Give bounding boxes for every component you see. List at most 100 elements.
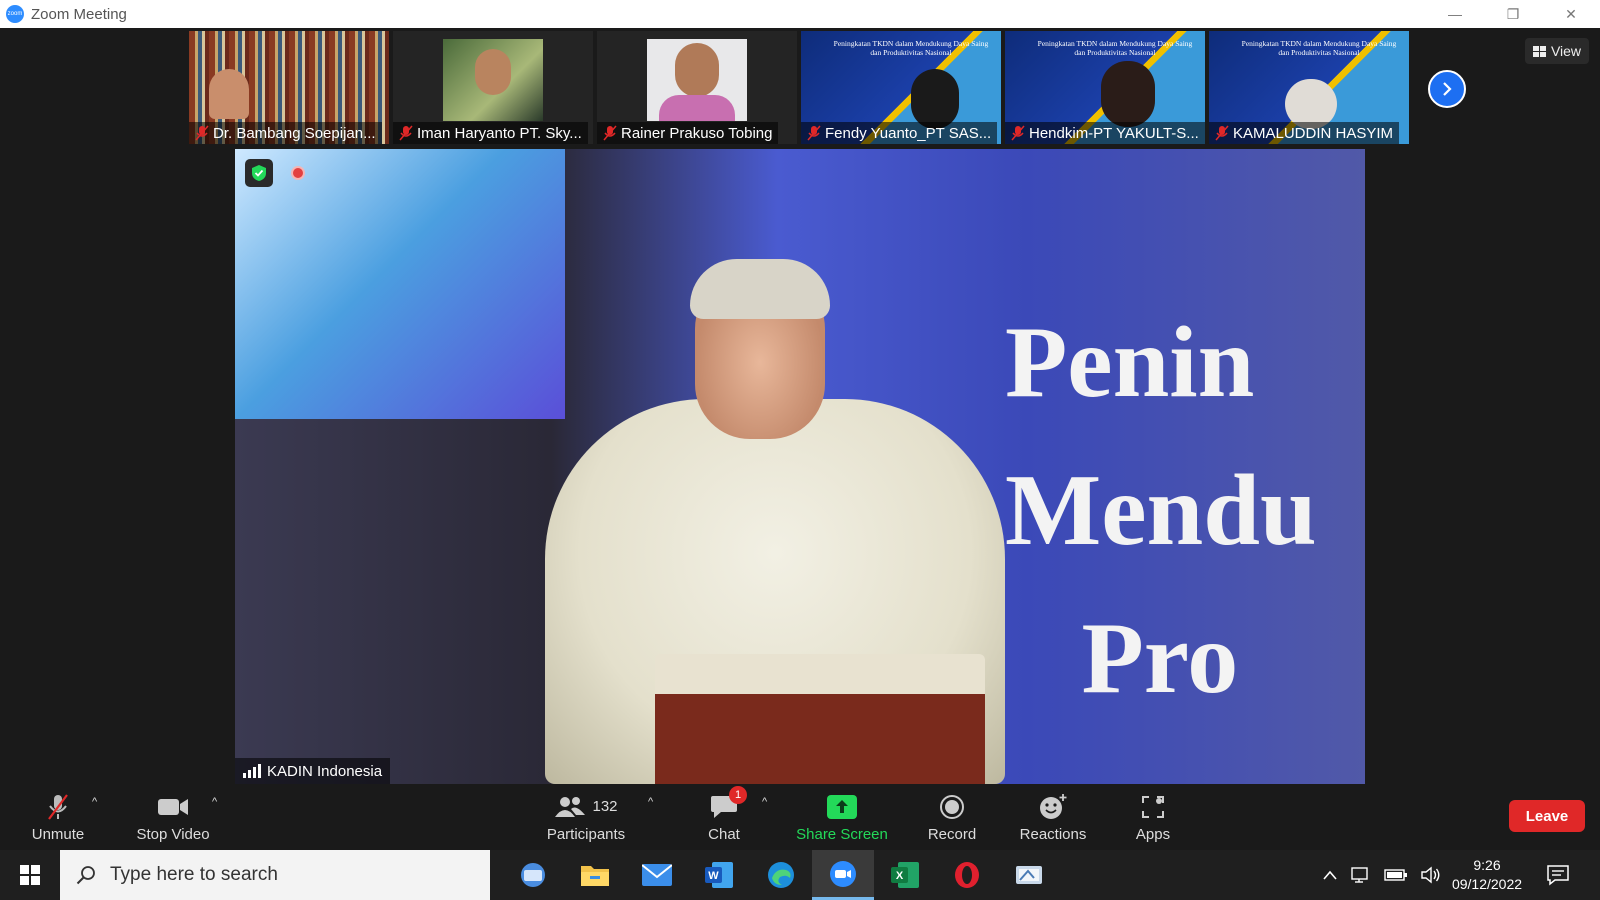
- mic-muted-icon: [1011, 125, 1025, 141]
- grid-view-icon: [1532, 45, 1546, 57]
- stage-banner-text: Penin Mendu Pro: [1005, 306, 1317, 715]
- leave-button[interactable]: Leave: [1509, 800, 1585, 832]
- mic-muted-icon: [399, 125, 413, 141]
- participant-name-label: Rainer Prakuso Tobing: [597, 122, 779, 144]
- video-options-caret[interactable]: ^: [212, 796, 217, 808]
- recording-indicator-icon: [291, 166, 305, 180]
- security-shield-icon[interactable]: [245, 159, 273, 187]
- participants-options-caret[interactable]: ^: [648, 796, 653, 808]
- chat-options-caret[interactable]: ^: [762, 796, 767, 808]
- taskbar-search-box[interactable]: Type here to search: [60, 850, 490, 900]
- active-speaker-video[interactable]: Penin Mendu Pro KADIN Indonesia: [235, 149, 1365, 784]
- participant-avatar: [209, 69, 249, 119]
- participant-tile[interactable]: Peningkatan TKDN dalam Mendukung Daya Sa…: [801, 31, 1001, 144]
- record-icon: [940, 794, 964, 819]
- participant-strip: Dr. Bambang Soepijan... Iman Haryanto PT…: [189, 31, 1409, 144]
- stop-video-label: Stop Video: [136, 825, 210, 843]
- restore-button[interactable]: ❐: [1484, 0, 1542, 28]
- unmute-button[interactable]: Unmute: [22, 784, 94, 850]
- unmute-label: Unmute: [31, 825, 85, 843]
- participant-name: Rainer Prakuso Tobing: [621, 124, 773, 142]
- view-label: View: [1550, 43, 1582, 59]
- participant-avatar: [675, 43, 719, 97]
- file-explorer-icon: [581, 866, 609, 886]
- system-tray: [1322, 850, 1442, 900]
- svg-text:X: X: [896, 870, 904, 882]
- participant-name-label: KAMALUDDIN HASYIM: [1209, 122, 1400, 144]
- mic-muted-icon: [48, 793, 68, 820]
- participant-shirt: [659, 95, 735, 121]
- close-button[interactable]: ✕: [1542, 0, 1600, 28]
- taskbar-app[interactable]: [502, 850, 564, 900]
- speaker-name: KADIN Indonesia: [267, 762, 383, 780]
- title-bar: zoom Zoom Meeting — ❐ ✕: [0, 0, 1600, 28]
- minimize-button[interactable]: —: [1426, 0, 1484, 28]
- reactions-button[interactable]: Reactions: [1012, 784, 1094, 850]
- participant-name: Dr. Bambang Soepijan...: [213, 124, 376, 142]
- notification-center-icon[interactable]: [1546, 863, 1570, 887]
- start-button[interactable]: [0, 850, 60, 900]
- taskbar-app[interactable]: [812, 850, 874, 900]
- taskbar-app[interactable]: [626, 850, 688, 900]
- view-button[interactable]: View: [1525, 38, 1589, 64]
- stop-video-button[interactable]: Stop Video: [130, 784, 216, 850]
- participant-name: KAMALUDDIN HASYIM: [1233, 124, 1394, 142]
- taskbar-app[interactable]: W: [688, 850, 750, 900]
- taskbar-app[interactable]: [998, 850, 1060, 900]
- opera-browser-icon: [955, 862, 979, 888]
- mic-muted-icon: [1215, 125, 1229, 141]
- word-icon: W: [705, 862, 733, 888]
- battery-icon[interactable]: [1384, 868, 1408, 882]
- banner-title: Peningkatan TKDN dalam Mendukung Daya Sa…: [833, 39, 989, 57]
- participants-icon: [555, 796, 586, 817]
- participants-button[interactable]: 132 Participants: [541, 784, 631, 850]
- banner-title: Peningkatan TKDN dalam Mendukung Daya Sa…: [1241, 39, 1397, 57]
- window-title: Zoom Meeting: [31, 5, 127, 23]
- taskbar-app[interactable]: X: [874, 850, 936, 900]
- participant-tile[interactable]: Peningkatan TKDN dalam Mendukung Daya Sa…: [1005, 31, 1205, 144]
- chevron-right-icon: [1443, 82, 1452, 96]
- network-icon[interactable]: [1350, 866, 1372, 884]
- record-button[interactable]: Record: [918, 784, 986, 850]
- svg-text:W: W: [708, 870, 719, 882]
- outlook-icon: [521, 863, 545, 887]
- share-screen-button[interactable]: Share Screen: [792, 784, 892, 850]
- snipping-tool-icon: [1016, 866, 1042, 884]
- taskbar-app[interactable]: [564, 850, 626, 900]
- taskbar-clock[interactable]: 9:26 09/12/2022: [1442, 856, 1532, 894]
- taskbar-app[interactable]: [750, 850, 812, 900]
- edge-browser-icon: [768, 862, 794, 888]
- speaker-name-label: KADIN Indonesia: [235, 758, 391, 784]
- next-page-button[interactable]: [1428, 70, 1466, 108]
- speaker-hair: [690, 259, 830, 319]
- apps-button[interactable]: Apps: [1124, 784, 1182, 850]
- pinned-apps: W X: [502, 850, 1060, 900]
- smiley-plus-icon: [1040, 793, 1067, 819]
- participant-tile[interactable]: Iman Haryanto PT. Sky...: [393, 31, 593, 144]
- share-screen-label: Share Screen: [796, 825, 888, 843]
- audio-options-caret[interactable]: ^: [92, 796, 97, 808]
- windows-taskbar: Type here to search W X 9:26 09/12/2022: [0, 850, 1600, 900]
- meeting-area: Dr. Bambang Soepijan... Iman Haryanto PT…: [0, 28, 1600, 784]
- taskbar-app[interactable]: [936, 850, 998, 900]
- chevron-up-icon[interactable]: [1322, 869, 1338, 881]
- shield-check-icon: [252, 165, 266, 181]
- share-screen-icon: [827, 794, 857, 819]
- participant-tile[interactable]: Rainer Prakuso Tobing: [597, 31, 797, 144]
- record-label: Record: [927, 825, 977, 843]
- windows-logo-icon: [20, 865, 40, 885]
- signal-strength-icon: [243, 764, 261, 778]
- chat-unread-badge: 1: [729, 786, 747, 804]
- search-icon: [76, 866, 95, 885]
- participant-name-label: Fendy Yuanto_PT SAS...: [801, 122, 998, 144]
- mic-muted-icon: [603, 125, 617, 141]
- chat-label: Chat: [708, 825, 740, 843]
- background-screen: [235, 149, 565, 419]
- participant-tile[interactable]: Dr. Bambang Soepijan...: [189, 31, 389, 144]
- participant-tile[interactable]: Peningkatan TKDN dalam Mendukung Daya Sa…: [1209, 31, 1409, 144]
- volume-icon[interactable]: [1420, 866, 1442, 884]
- participant-avatar: [475, 49, 511, 95]
- participant-name: Iman Haryanto PT. Sky...: [417, 124, 582, 142]
- mic-muted-icon: [195, 125, 209, 141]
- banner-title: Peningkatan TKDN dalam Mendukung Daya Sa…: [1037, 39, 1193, 57]
